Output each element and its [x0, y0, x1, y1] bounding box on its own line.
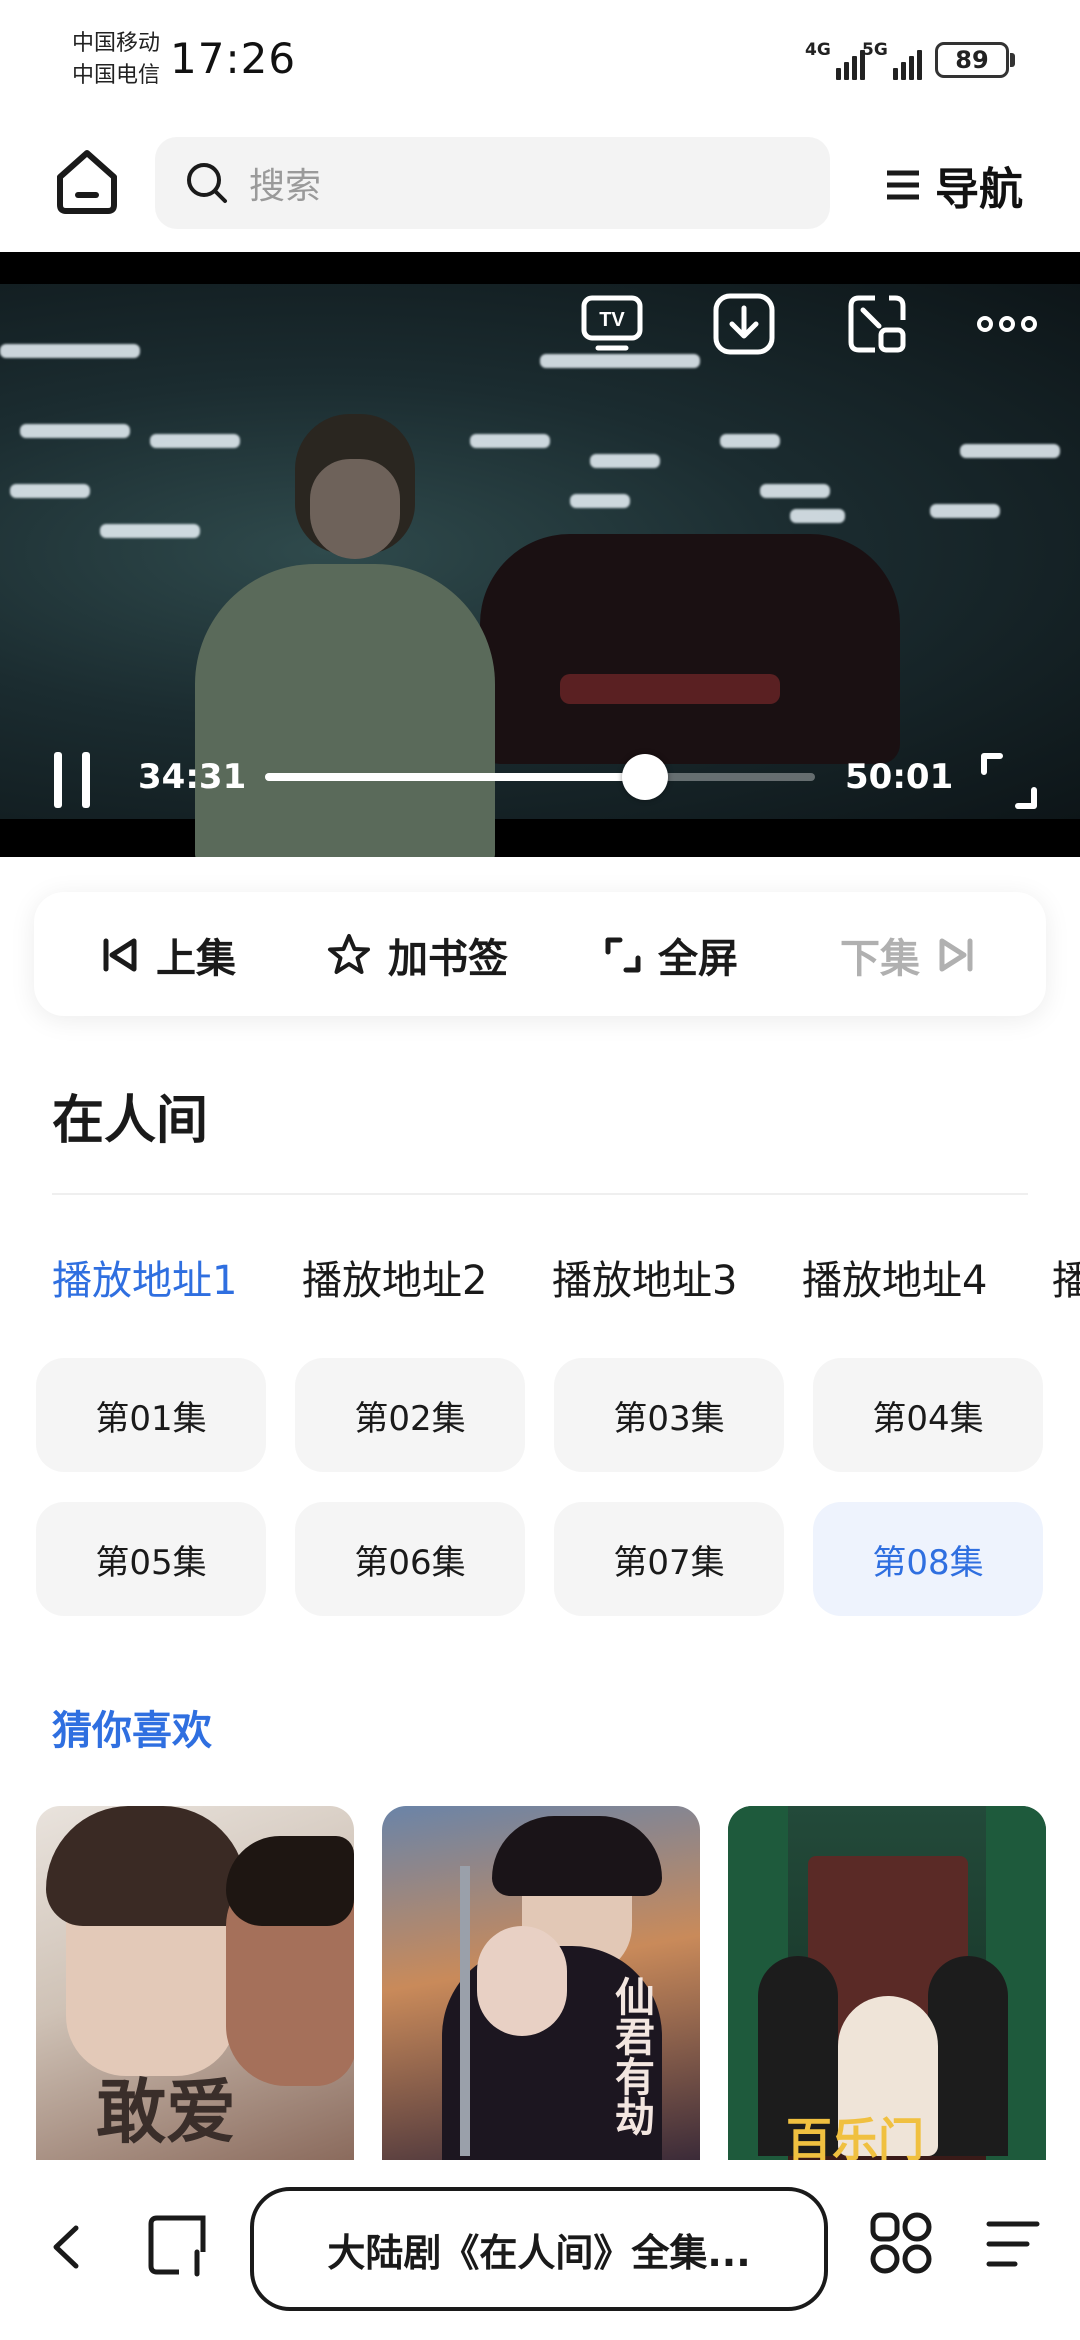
progress-fill: [265, 773, 645, 781]
top-nav: 搜索 导航: [0, 125, 1080, 252]
net-type-2: 5G: [862, 40, 888, 60]
fullscreen-button[interactable]: 全屏: [604, 926, 738, 984]
tv-icon[interactable]: TV: [580, 292, 644, 356]
show-title: 在人间: [52, 1091, 209, 1151]
back-icon[interactable]: [40, 2212, 90, 2282]
star-icon: [328, 934, 370, 974]
download-icon[interactable]: [712, 292, 776, 356]
page-title-bar[interactable]: 大陆剧《在人间》全集...: [250, 2187, 828, 2311]
search-icon: [187, 163, 227, 203]
skip-next-icon: [939, 938, 973, 972]
source-tab-3[interactable]: 播放地址3: [552, 1248, 737, 1306]
skip-previous-icon: [103, 938, 137, 972]
episode-chip[interactable]: 第07集: [554, 1502, 784, 1616]
poster-card[interactable]: 敢爱: [36, 1806, 354, 2162]
player-action-bar: 上集 加书签 全屏 下集: [34, 892, 1046, 1016]
episode-chip[interactable]: 第03集: [554, 1358, 784, 1472]
search-input[interactable]: 搜索: [155, 137, 830, 229]
episode-chip[interactable]: 第04集: [813, 1358, 1043, 1472]
episode-chip[interactable]: 第02集: [295, 1358, 525, 1472]
source-tab-2[interactable]: 播放地址2: [302, 1248, 487, 1306]
poster-card[interactable]: 百乐门: [728, 1806, 1046, 2162]
source-tab-4[interactable]: 播放地址4: [802, 1248, 987, 1306]
episode-chip[interactable]: 第01集: [36, 1358, 266, 1472]
clock: 17:26: [170, 34, 297, 83]
poster-title: 仙君有劫: [608, 1976, 655, 2136]
battery-tip: [1010, 53, 1015, 67]
current-time: 34:31: [138, 757, 247, 797]
search-placeholder: 搜索: [249, 166, 322, 207]
episode-chip[interactable]: 第05集: [36, 1502, 266, 1616]
prev-episode-label: 上集: [156, 936, 236, 982]
recommend-heading: 猜你喜欢: [52, 1708, 212, 1754]
apps-grid-icon[interactable]: [870, 2212, 932, 2274]
pause-icon[interactable]: [52, 752, 92, 808]
poster-title: 百乐门: [786, 2113, 924, 2162]
poster-card[interactable]: 仙君有劫: [382, 1806, 700, 2162]
video-frame: [0, 284, 1080, 857]
source-tab-5[interactable]: 播: [1052, 1248, 1080, 1306]
home-icon[interactable]: [50, 145, 124, 219]
source-tab-1[interactable]: 播放地址1: [52, 1248, 237, 1306]
video-player[interactable]: TV 34:31 50:01: [0, 252, 1080, 857]
divider: [52, 1193, 1028, 1195]
bookmark-label: 加书签: [388, 936, 508, 982]
more-icon[interactable]: [975, 292, 1039, 356]
fullscreen-small-icon: [605, 937, 641, 973]
net-type-1: 4G: [805, 40, 831, 60]
battery-icon: 89: [935, 42, 1009, 78]
fullscreen-label: 全屏: [658, 936, 738, 982]
signal-5g-icon: 5G: [862, 40, 922, 80]
carrier-labels: 中国移动 中国电信: [72, 28, 160, 92]
menu-lines-icon[interactable]: [985, 2216, 1041, 2272]
progress-slider[interactable]: [265, 754, 815, 800]
poster-title: 敢爱: [96, 2070, 236, 2153]
source-tabs: 播放地址1 播放地址2 播放地址3 播放地址4 播: [52, 1248, 1080, 1308]
fullscreen-icon[interactable]: [980, 752, 1038, 810]
pip-icon[interactable]: [845, 292, 909, 356]
browser-bottom-bar: 大陆剧《在人间》全集...: [0, 2160, 1080, 2340]
car-silhouette: [480, 534, 900, 764]
prev-episode-button[interactable]: 上集: [100, 926, 236, 984]
nav-menu-label: 导航: [935, 164, 1023, 215]
episode-chip[interactable]: 第08集: [813, 1502, 1043, 1616]
nav-menu-button[interactable]: 导航: [885, 153, 1023, 217]
next-episode-label: 下集: [840, 936, 920, 982]
signal-4g-icon: 4G: [805, 40, 865, 80]
carrier-1: 中国移动: [72, 31, 161, 56]
status-bar: 中国移动 中国电信 17:26 4G 5G 89: [0, 0, 1080, 125]
total-time: 50:01: [845, 757, 954, 797]
next-episode-button[interactable]: 下集: [840, 926, 976, 984]
carrier-2: 中国电信: [72, 63, 161, 88]
progress-thumb[interactable]: [621, 754, 668, 800]
svg-text:TV: TV: [599, 309, 625, 331]
tabs-icon[interactable]: [145, 2210, 211, 2280]
menu-icon: [887, 170, 919, 200]
episode-chip[interactable]: 第06集: [295, 1502, 525, 1616]
bookmark-button[interactable]: 加书签: [326, 926, 508, 984]
